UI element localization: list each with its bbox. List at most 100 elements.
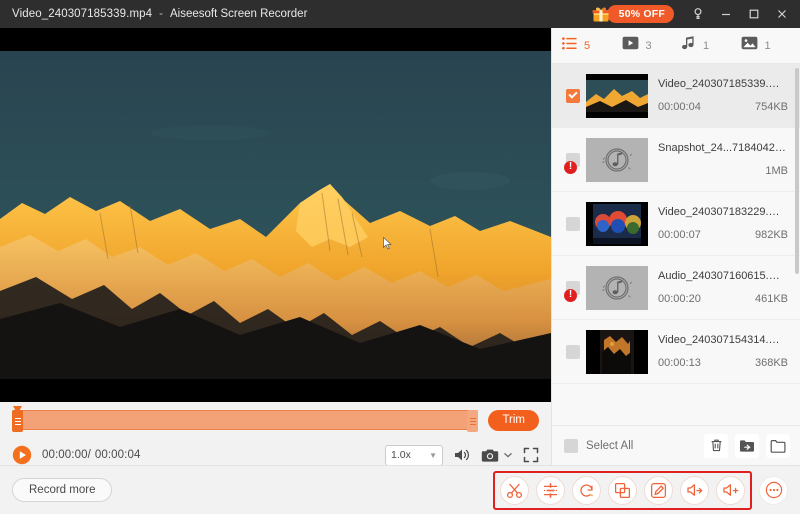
close-icon[interactable] <box>768 1 796 27</box>
item-filename: Video_240307183229.mp4 <box>658 206 788 218</box>
maximize-icon[interactable] <box>740 1 768 27</box>
app-window: Video_240307185339.mp4 - Aiseesoft Scree… <box>0 0 800 514</box>
item-duration: 00:00:04 <box>658 101 701 113</box>
gift-icon <box>591 4 611 24</box>
mountain-scene <box>0 51 551 379</box>
merge-tool-icon[interactable] <box>608 476 637 505</box>
warning-icon: ! <box>564 289 577 302</box>
media-panel-footer: Select All <box>552 425 800 465</box>
minimize-icon[interactable] <box>712 1 740 27</box>
tools-area <box>493 471 788 510</box>
playback-speed-select[interactable]: 1.0x ▼ <box>385 445 443 466</box>
playback-speed-value: 1.0x <box>391 449 411 461</box>
app-name-label: Aiseesoft Screen Recorder <box>170 8 307 20</box>
item-thumbnail <box>586 202 648 246</box>
trim-handle-right[interactable] <box>467 410 478 432</box>
tab-video[interactable]: 3 <box>622 36 682 55</box>
item-checkbox[interactable] <box>566 89 580 103</box>
tab-video-count: 3 <box>646 40 652 52</box>
item-filename: Snapshot_24...7184042.png <box>658 142 788 154</box>
trim-handle-left[interactable] <box>12 410 23 432</box>
list-item[interactable]: ! <box>552 256 800 320</box>
key-icon[interactable] <box>684 1 712 27</box>
item-check-column <box>560 345 586 359</box>
warning-icon: ! <box>564 161 577 174</box>
item-check-column: ! <box>560 281 586 295</box>
item-meta: Video_240307185339.mp4 00:00:04 754KB <box>658 78 788 113</box>
main-area: Trim 00:00:00/ 00:00:04 1.0x ▼ <box>0 28 800 465</box>
item-info: 1MB <box>658 165 788 177</box>
item-size: 754KB <box>755 101 788 113</box>
media-tabs: 5 3 <box>552 28 800 64</box>
camera-icon[interactable] <box>481 448 499 463</box>
item-checkbox[interactable] <box>566 345 580 359</box>
record-more-button[interactable]: Record more <box>12 478 112 502</box>
item-duration: 00:00:13 <box>658 357 701 369</box>
tab-audio[interactable]: 1 <box>681 36 741 56</box>
item-size: 982KB <box>755 229 788 241</box>
media-library-panel: 5 3 <box>551 28 800 465</box>
tab-image[interactable]: 1 <box>741 36 800 55</box>
item-duration: 00:00:20 <box>658 293 701 305</box>
list-item[interactable]: Video_240307154314.mp4 00:00:13 368KB <box>552 320 800 384</box>
list-item[interactable]: Video_240307183229.mp4 00:00:07 982KB <box>552 192 800 256</box>
item-filename: Video_240307185339.mp4 <box>658 78 788 90</box>
bottom-toolbar: Record more <box>0 465 800 514</box>
item-info: 00:00:13 368KB <box>658 357 788 369</box>
item-check-column <box>560 217 586 231</box>
delete-icon[interactable] <box>704 434 728 458</box>
audio-extract-tool-icon[interactable] <box>680 476 709 505</box>
item-thumbnail <box>586 74 648 118</box>
title-bar: Video_240307185339.mp4 - Aiseesoft Scree… <box>0 0 800 28</box>
edit-tool-icon[interactable] <box>644 476 673 505</box>
item-checkbox[interactable] <box>566 217 580 231</box>
play-icon[interactable] <box>12 445 32 465</box>
select-all-checkbox[interactable] <box>564 439 578 453</box>
promo-badge[interactable]: 50% OFF <box>607 5 674 23</box>
chevron-down-icon: ▼ <box>429 451 437 460</box>
music-icon <box>681 36 696 56</box>
item-info: 00:00:04 754KB <box>658 101 788 113</box>
camera-chevron-down-icon[interactable] <box>503 451 513 459</box>
tab-audio-count: 1 <box>703 40 709 52</box>
current-time-label: 00:00:00/ <box>42 449 91 461</box>
trim-button[interactable]: Trim <box>488 410 539 431</box>
mouse-cursor <box>383 237 392 250</box>
media-list[interactable]: Video_240307185339.mp4 00:00:04 754KB ! <box>552 64 800 425</box>
promo-label: 50% OFF <box>619 8 665 20</box>
volume-boost-tool-icon[interactable] <box>716 476 745 505</box>
tab-all[interactable]: 5 <box>562 37 622 55</box>
volume-icon[interactable] <box>453 447 471 463</box>
player-pane: Trim 00:00:00/ 00:00:04 1.0x ▼ <box>0 28 551 465</box>
list-item[interactable]: Video_240307185339.mp4 00:00:04 754KB <box>552 64 800 128</box>
video-preview[interactable] <box>0 28 551 402</box>
trim-track[interactable] <box>12 410 478 430</box>
item-size: 368KB <box>755 357 788 369</box>
more-tool-icon[interactable] <box>759 476 788 505</box>
item-thumbnail <box>586 266 648 310</box>
item-meta: Audio_240307160615.mp3 00:00:20 461KB <box>658 270 788 305</box>
video-frame <box>0 51 551 379</box>
fullscreen-icon[interactable] <box>523 447 539 463</box>
trim-tool-icon[interactable] <box>500 476 529 505</box>
item-info: 00:00:20 461KB <box>658 293 788 305</box>
open-folder-icon[interactable] <box>766 434 790 458</box>
item-thumbnail <box>586 138 648 182</box>
select-all-label: Select All <box>586 440 633 452</box>
media-list-scrollbar[interactable] <box>795 68 799 274</box>
item-meta: Video_240307154314.mp4 00:00:13 368KB <box>658 334 788 369</box>
promotion-banner[interactable]: 50% OFF <box>591 4 674 24</box>
split-tool-icon[interactable] <box>536 476 565 505</box>
title-separator: - <box>159 8 163 20</box>
item-size: 1MB <box>765 165 788 177</box>
share-folder-icon[interactable] <box>735 434 759 458</box>
trim-strip: Trim <box>0 402 551 438</box>
list-item[interactable]: ! <box>552 128 800 192</box>
tools-highlight-box <box>493 471 752 510</box>
item-check-column: ! <box>560 153 586 167</box>
item-filename: Video_240307154314.mp4 <box>658 334 788 346</box>
item-size: 461KB <box>755 293 788 305</box>
item-meta: Video_240307183229.mp4 00:00:07 982KB <box>658 206 788 241</box>
media-footer-actions <box>704 434 790 458</box>
convert-tool-icon[interactable] <box>572 476 601 505</box>
